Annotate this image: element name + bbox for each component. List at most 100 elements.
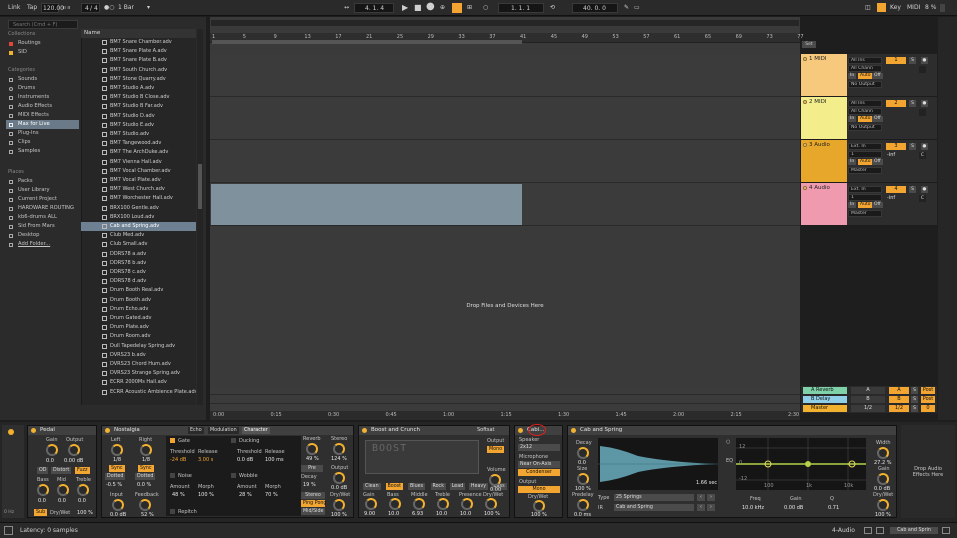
next-type-icon[interactable]: › (707, 494, 715, 501)
mono-button[interactable]: Mono (518, 486, 560, 493)
file-list-item[interactable]: BM7 South Church.adv (81, 66, 196, 75)
file-list-item[interactable]: DVRS23 Strange Spring.adv (81, 369, 196, 378)
tab-character[interactable]: Character (242, 427, 270, 434)
output-dropdown[interactable]: Master (848, 167, 882, 174)
file-list-item[interactable]: Club Med.adv (81, 231, 196, 240)
track-name[interactable]: 2 MIDI (801, 97, 847, 139)
wobble-morph-value[interactable]: 70 % (265, 492, 278, 498)
reverb-knob[interactable] (306, 443, 318, 455)
loop-brace[interactable] (212, 40, 522, 44)
draw-mode-icon[interactable]: ✎ (624, 3, 629, 13)
chevron-down-icon[interactable]: ▾ (147, 3, 150, 13)
solo-button[interactable]: S (909, 57, 916, 64)
eq-gain-value[interactable]: 0.00 dB (784, 505, 803, 511)
sidebar-item-audio-effects[interactable]: Audio Effects (6, 102, 79, 111)
quantize-menu[interactable]: 1 Bar (118, 3, 134, 13)
sidebar-item-midi-effects[interactable]: MIDI Effects (6, 111, 79, 120)
input-channel-dropdown[interactable]: All Chann (848, 65, 882, 72)
tab-modulation[interactable]: Modulation (208, 427, 239, 434)
file-list-item[interactable]: BM7 Snare Plate B.adv (81, 56, 196, 65)
stereo-knob[interactable] (333, 443, 345, 455)
gain-knob[interactable] (46, 444, 58, 456)
drywet-knob[interactable] (333, 499, 345, 511)
arm-icon[interactable]: ● (921, 186, 928, 193)
mid-knob[interactable] (57, 484, 69, 496)
condenser-button[interactable]: Condenser (518, 469, 560, 476)
solo-button[interactable]: S (909, 186, 916, 193)
solo-button[interactable]: S (911, 396, 918, 403)
file-list-item[interactable]: ECRR 2000Ms Hall.adv (81, 378, 196, 387)
ping-pong-button[interactable]: Ping Pong (301, 500, 326, 507)
selected-device-label[interactable]: Cab and Sprin (890, 527, 938, 534)
feedback-knob[interactable] (139, 499, 151, 511)
browser-scrollbar[interactable] (197, 29, 203, 405)
file-list-item[interactable]: DVRS23 b.adv (81, 351, 196, 360)
follow-icon[interactable]: ↔ (344, 3, 349, 13)
input-type-dropdown[interactable]: All Ins (848, 57, 882, 64)
file-list-item[interactable]: ECRR Acoustic Ambience Plate.adv (81, 388, 196, 397)
treble-knob[interactable] (437, 498, 449, 510)
input-type-dropdown[interactable]: Ext. In (848, 143, 882, 150)
type-dropdown[interactable]: 25 Springs (614, 494, 694, 501)
noise-morph-value[interactable]: 100 % (198, 492, 214, 498)
file-list-item[interactable]: Drum Room.adv (81, 332, 196, 341)
file-list-item[interactable]: Drum Booth Real.adv (81, 286, 196, 295)
track-name[interactable]: 3 Audio (801, 140, 847, 182)
mode-blues-button[interactable]: Blues (408, 483, 426, 490)
record-icon[interactable]: ● (426, 2, 435, 12)
presence-knob[interactable] (461, 498, 473, 510)
drywet-value[interactable]: 100 % (77, 510, 93, 516)
sidebar-item-plug-ins[interactable]: Plug-Ins (6, 129, 79, 138)
computer-midi-icon[interactable]: ◫ (865, 3, 871, 13)
pan-value[interactable] (919, 109, 926, 116)
track-name[interactable]: 4 Audio (801, 183, 847, 225)
nudge-icon[interactable]: ıı ıı (63, 3, 70, 13)
sidebar-item-sid[interactable]: SID (6, 48, 79, 57)
return-track-header[interactable]: Master 1/2 1/2 S 0 (801, 404, 937, 413)
tap-button[interactable]: Tap (27, 3, 37, 13)
output-gain-knob[interactable] (877, 473, 889, 485)
bass-knob[interactable] (37, 484, 49, 496)
volume-value[interactable]: -inf (887, 195, 895, 201)
file-list-item[interactable]: DDRS78 c.adv (81, 268, 196, 277)
sidebar-item-hardware-routing[interactable]: HARDWARE ROUTING (6, 204, 79, 213)
input-knob[interactable] (112, 499, 124, 511)
return-send-value[interactable]: 1/2 (851, 405, 885, 412)
size-knob[interactable] (577, 473, 589, 485)
file-list-item[interactable]: BM7 Studio D.adv (81, 112, 196, 121)
monitor-off-button[interactable]: Off (872, 202, 883, 208)
distort-button[interactable]: Distort (51, 467, 72, 474)
file-list-item[interactable]: DDRS78 a.adv (81, 250, 196, 259)
input-channel-dropdown[interactable]: 1 (848, 194, 882, 201)
od-button[interactable]: OD (37, 467, 49, 474)
file-list-item[interactable]: Drum Gated.adv (81, 314, 196, 323)
decay-knob[interactable] (577, 447, 589, 459)
search-input[interactable]: Search (Cmd + F) (8, 20, 78, 29)
lane-2-midi[interactable] (210, 97, 800, 140)
left-time-knob[interactable] (111, 444, 123, 456)
power-icon[interactable] (518, 428, 523, 433)
return-activator[interactable]: B (889, 396, 909, 403)
output-knob[interactable] (333, 472, 345, 484)
sidebar-item-sounds[interactable]: Sounds (6, 75, 79, 84)
file-list-item[interactable]: BM7 Snare Plate A.adv (81, 47, 196, 56)
duck-release-value[interactable]: 100 ms (265, 457, 284, 463)
track-fold-icon[interactable] (803, 143, 807, 147)
pan-value[interactable]: C (919, 152, 926, 159)
duck-threshold-value[interactable]: 0.0 dB (237, 457, 253, 463)
cab-and-spring-title[interactable]: Cab and Spring (568, 426, 896, 435)
output-dropdown[interactable]: No Output (848, 81, 882, 88)
sidebar-item-routings[interactable]: Routings (6, 39, 79, 48)
mode-rock-button[interactable]: Rock (430, 483, 446, 490)
loop-start-field[interactable]: 1. 1. 1 (498, 3, 544, 13)
sub-button[interactable]: Sub (34, 509, 48, 516)
metronome-icon[interactable]: ●○ (104, 3, 114, 13)
file-list-item[interactable]: Drum Echo.adv (81, 305, 196, 314)
mode-lead-button[interactable]: Lead (449, 483, 466, 490)
monitor-in-button[interactable]: In (848, 202, 857, 208)
input-type-dropdown[interactable]: All Ins (848, 100, 882, 107)
overview-bar[interactable] (210, 19, 800, 27)
audio-clip[interactable] (211, 184, 522, 225)
output-knob[interactable] (68, 444, 80, 456)
monitor-off-button[interactable]: Off (872, 159, 883, 165)
